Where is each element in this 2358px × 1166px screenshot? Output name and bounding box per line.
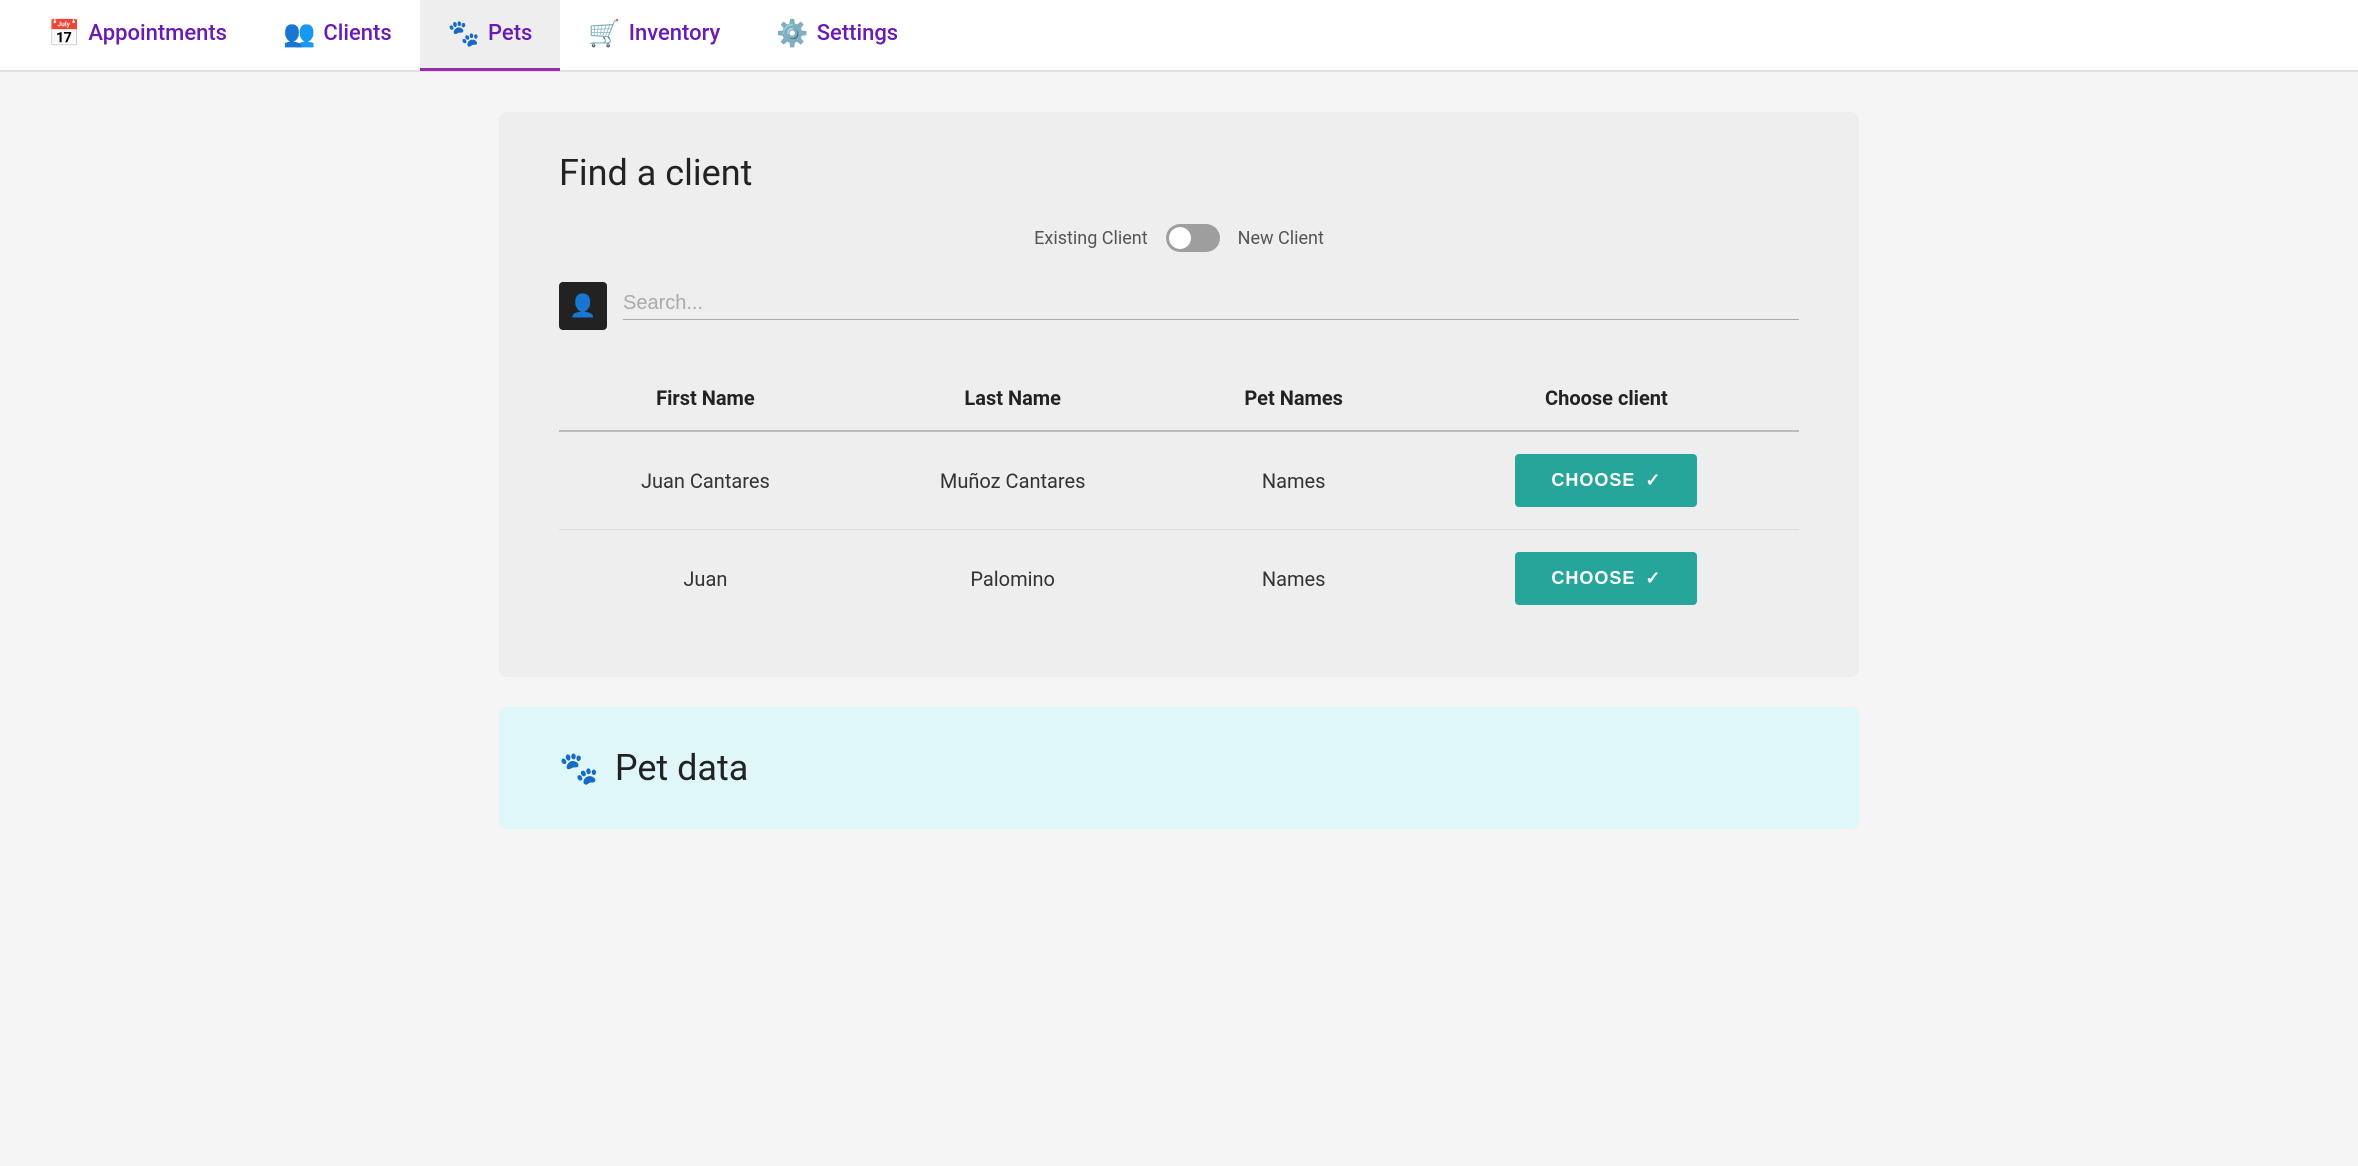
col-pet-names: Pet Names bbox=[1174, 370, 1414, 431]
client-type-toggle[interactable] bbox=[1166, 224, 1220, 252]
choose-label-1: CHOOSE bbox=[1551, 470, 1635, 491]
client-table: First Name Last Name Pet Names Choose cl… bbox=[559, 370, 1799, 627]
cell-choose-1: CHOOSE ✓ bbox=[1414, 431, 1799, 530]
table-header-row: First Name Last Name Pet Names Choose cl… bbox=[559, 370, 1799, 431]
cell-pet-names-2: Names bbox=[1174, 530, 1414, 628]
choose-button-1[interactable]: CHOOSE ✓ bbox=[1515, 454, 1697, 507]
nav-item-settings[interactable]: ⚙️ Settings bbox=[748, 0, 926, 71]
cell-first-name-2: Juan bbox=[559, 530, 852, 628]
cell-pet-names-1: Names bbox=[1174, 431, 1414, 530]
table-row: Juan Cantares Muñoz Cantares Names CHOOS… bbox=[559, 431, 1799, 530]
clients-icon: 👥 bbox=[283, 19, 315, 49]
table-row: Juan Palomino Names CHOOSE ✓ bbox=[559, 530, 1799, 628]
search-row: 👤 bbox=[559, 282, 1799, 330]
cell-first-name-1: Juan Cantares bbox=[559, 431, 852, 530]
pets-icon: 🐾 bbox=[448, 19, 480, 49]
find-client-title: Find a client bbox=[559, 152, 1799, 194]
checkmark-icon-1: ✓ bbox=[1645, 470, 1661, 491]
col-last-name: Last Name bbox=[852, 370, 1174, 431]
cell-last-name-1: Muñoz Cantares bbox=[852, 431, 1174, 530]
table-body: Juan Cantares Muñoz Cantares Names CHOOS… bbox=[559, 431, 1799, 627]
table-header: First Name Last Name Pet Names Choose cl… bbox=[559, 370, 1799, 431]
search-icon-box: 👤 bbox=[559, 282, 607, 330]
settings-icon: ⚙️ bbox=[776, 19, 808, 49]
col-first-name: First Name bbox=[559, 370, 852, 431]
paw-icon: 🐾 bbox=[559, 749, 599, 787]
person-rolodex-icon: 👤 bbox=[569, 294, 596, 319]
main-container: Find a client Existing Client New Client… bbox=[479, 112, 1879, 829]
nav-label-pets: Pets bbox=[488, 21, 532, 46]
nav-item-pets[interactable]: 🐾 Pets bbox=[420, 0, 561, 71]
client-type-toggle-row: Existing Client New Client bbox=[559, 224, 1799, 252]
col-choose-client: Choose client bbox=[1414, 370, 1799, 431]
pet-data-label: Pet data bbox=[615, 747, 749, 789]
existing-client-label: Existing Client bbox=[1034, 228, 1147, 249]
cell-last-name-2: Palomino bbox=[852, 530, 1174, 628]
checkmark-icon-2: ✓ bbox=[1645, 568, 1661, 589]
nav-item-clients[interactable]: 👥 Clients bbox=[255, 0, 420, 71]
toggle-slider bbox=[1166, 224, 1220, 252]
pet-data-card: 🐾 Pet data bbox=[499, 707, 1859, 829]
choose-button-2[interactable]: CHOOSE ✓ bbox=[1515, 552, 1697, 605]
search-input-wrap bbox=[623, 292, 1799, 320]
choose-label-2: CHOOSE bbox=[1551, 568, 1635, 589]
nav-label-clients: Clients bbox=[323, 21, 391, 46]
nav-item-inventory[interactable]: 🛒 Inventory bbox=[560, 0, 748, 71]
appointments-icon: 📅 bbox=[48, 19, 80, 49]
inventory-icon: 🛒 bbox=[588, 19, 620, 49]
nav-label-inventory: Inventory bbox=[629, 21, 721, 46]
new-client-label: New Client bbox=[1238, 228, 1324, 249]
cell-choose-2: CHOOSE ✓ bbox=[1414, 530, 1799, 628]
nav-item-appointments[interactable]: 📅 Appointments bbox=[20, 0, 255, 71]
find-client-card: Find a client Existing Client New Client… bbox=[499, 112, 1859, 677]
pet-data-title: 🐾 Pet data bbox=[559, 747, 1799, 789]
nav-label-appointments: Appointments bbox=[88, 21, 227, 46]
nav-label-settings: Settings bbox=[817, 21, 898, 46]
main-nav: 📅 Appointments 👥 Clients 🐾 Pets 🛒 Invent… bbox=[0, 0, 2358, 72]
search-input[interactable] bbox=[623, 292, 1799, 315]
